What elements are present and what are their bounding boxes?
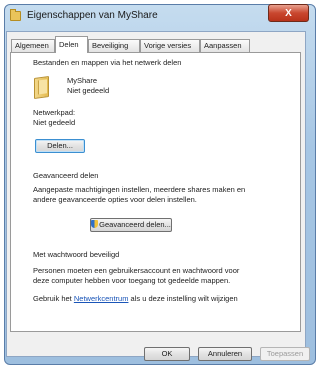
network-center-link[interactable]: Netwerkcentrum <box>74 294 129 303</box>
close-button[interactable]: X <box>268 4 309 22</box>
password-protection-heading: Met wachtwoord beveiligd <box>33 250 120 259</box>
window-title: Eigenschappen van MyShare <box>27 10 158 21</box>
password-description-1: Personen moeten een gebruikersaccount en… <box>33 266 240 275</box>
network-center-sentence: Gebruik het Netwerkcentrum als u deze in… <box>33 294 238 303</box>
tab-beveiliging[interactable]: Beveiliging <box>88 39 140 52</box>
folder-share-status: Niet gedeeld <box>67 86 110 95</box>
uac-shield-icon <box>91 220 99 228</box>
network-center-suffix: als u deze instelling wilt wijzigen <box>128 294 238 303</box>
tab-vorige-versies[interactable]: Vorige versies <box>140 39 200 52</box>
folder-icon <box>10 9 21 21</box>
shared-folder-icon <box>34 75 49 100</box>
network-center-prefix: Gebruik het <box>33 294 74 303</box>
advanced-sharing-button-label: Geavanceerd delen... <box>99 220 171 229</box>
password-description-2: deze computer hebben voor toegang tot ge… <box>33 276 231 285</box>
tab-aanpassen[interactable]: Aanpassen <box>200 39 250 52</box>
tab-delen[interactable]: Delen <box>55 36 88 53</box>
network-path-label: Netwerkpad: <box>33 108 76 117</box>
network-sharing-heading: Bestanden en mappen via het netwerk dele… <box>33 58 182 67</box>
cancel-button[interactable]: Annuleren <box>198 347 252 361</box>
advanced-sharing-heading: Geavanceerd delen <box>33 171 99 180</box>
share-button[interactable]: Delen... <box>35 139 85 153</box>
folder-name: MyShare <box>67 76 98 85</box>
network-path-value: Niet gedeeld <box>33 118 76 127</box>
advanced-sharing-description-2: andere geavanceerde opties voor delen in… <box>33 195 197 204</box>
apply-button[interactable]: Toepassen <box>260 347 310 361</box>
advanced-sharing-description-1: Aangepaste machtigingen instellen, meerd… <box>33 185 246 194</box>
ok-button[interactable]: OK <box>144 347 190 361</box>
advanced-sharing-button[interactable]: Geavanceerd delen... <box>90 218 172 232</box>
tab-algemeen[interactable]: Algemeen <box>11 39 55 52</box>
